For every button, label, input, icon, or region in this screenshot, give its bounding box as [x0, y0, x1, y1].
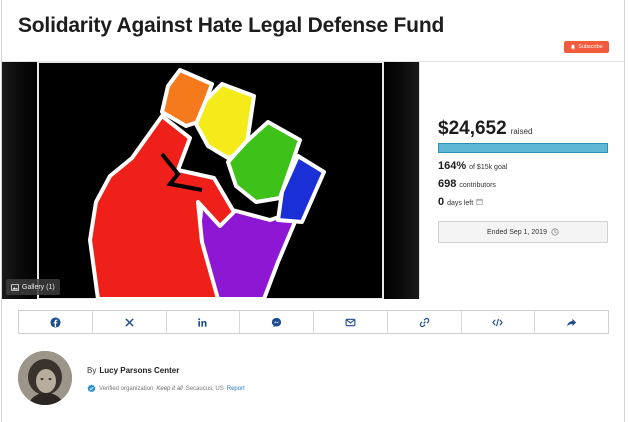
goal-text: of $15k goal — [469, 164, 508, 171]
verified-badge-icon — [87, 384, 96, 393]
link-icon — [419, 317, 429, 327]
organizer-byline: By Lucy Parsons Center — [87, 366, 179, 375]
contributors-label: contributors — [459, 182, 496, 189]
keep-it-all-label: Keep it all — [156, 385, 183, 392]
campaign-image[interactable]: Gallery (1) — [2, 62, 419, 299]
share-messenger-button[interactable] — [240, 311, 314, 333]
share-bar — [18, 310, 609, 334]
gallery-label: Gallery (1) — [22, 283, 55, 291]
raised-amount: $24,652 — [438, 118, 507, 139]
share-email-button[interactable] — [314, 311, 388, 333]
subscribe-label: Subscribe — [578, 44, 603, 50]
organizer-location: Secaucus, US — [185, 385, 224, 392]
days-left-stat: 0 days left — [438, 196, 483, 208]
by-prefix: By — [87, 366, 97, 375]
facebook-icon — [50, 316, 61, 328]
days-count: 0 — [438, 196, 445, 208]
subscribe-button[interactable]: Subscribe — [564, 41, 609, 53]
days-label: days left — [447, 200, 474, 207]
calendar-icon — [476, 198, 483, 205]
image-icon — [11, 283, 19, 291]
raised-fist-image — [2, 62, 419, 299]
share-x-button[interactable] — [93, 311, 167, 333]
embed-icon — [492, 318, 504, 326]
email-icon — [345, 318, 356, 326]
share-linkedin-button[interactable] — [167, 311, 241, 333]
raised-label: raised — [510, 127, 533, 136]
raised-row: $24,652 raised — [438, 118, 532, 140]
share-arrow-icon — [567, 318, 577, 327]
verified-label: Verified organization — [99, 385, 154, 392]
contributors-count: 698 — [438, 178, 457, 190]
clock-icon — [551, 228, 559, 236]
messenger-icon — [272, 317, 282, 327]
organizer-avatar[interactable] — [18, 351, 72, 405]
campaign-ended-button[interactable]: Ended Sep 1, 2019 — [438, 221, 608, 243]
campaign-title: Solidarity Against Hate Legal Defense Fu… — [18, 14, 445, 37]
contributors-stat: 698 contributors — [438, 178, 496, 190]
organizer-details: Verified organization Keep it all Secauc… — [87, 384, 245, 393]
report-link[interactable]: Report — [227, 386, 245, 392]
organizer-portrait-image — [18, 351, 72, 405]
gallery-button[interactable]: Gallery (1) — [6, 279, 60, 295]
goal-stat: 164% of $15k goal — [438, 160, 507, 172]
funding-stats-panel: $24,652 raised 164% of $15k goal 698 con… — [419, 62, 624, 299]
goal-percent: 164% — [438, 160, 467, 172]
funding-progress-bar — [438, 143, 608, 153]
share-more-button[interactable] — [535, 311, 608, 333]
funding-progress-fill — [439, 144, 607, 152]
linkedin-icon — [198, 317, 207, 327]
copy-link-button[interactable] — [388, 311, 462, 333]
ended-label: Ended Sep 1, 2019 — [487, 228, 547, 236]
share-facebook-button[interactable] — [19, 311, 93, 333]
x-icon — [124, 317, 134, 327]
embed-button[interactable] — [462, 311, 536, 333]
bell-icon — [571, 44, 576, 50]
organizer-name-link[interactable]: Lucy Parsons Center — [99, 366, 179, 375]
